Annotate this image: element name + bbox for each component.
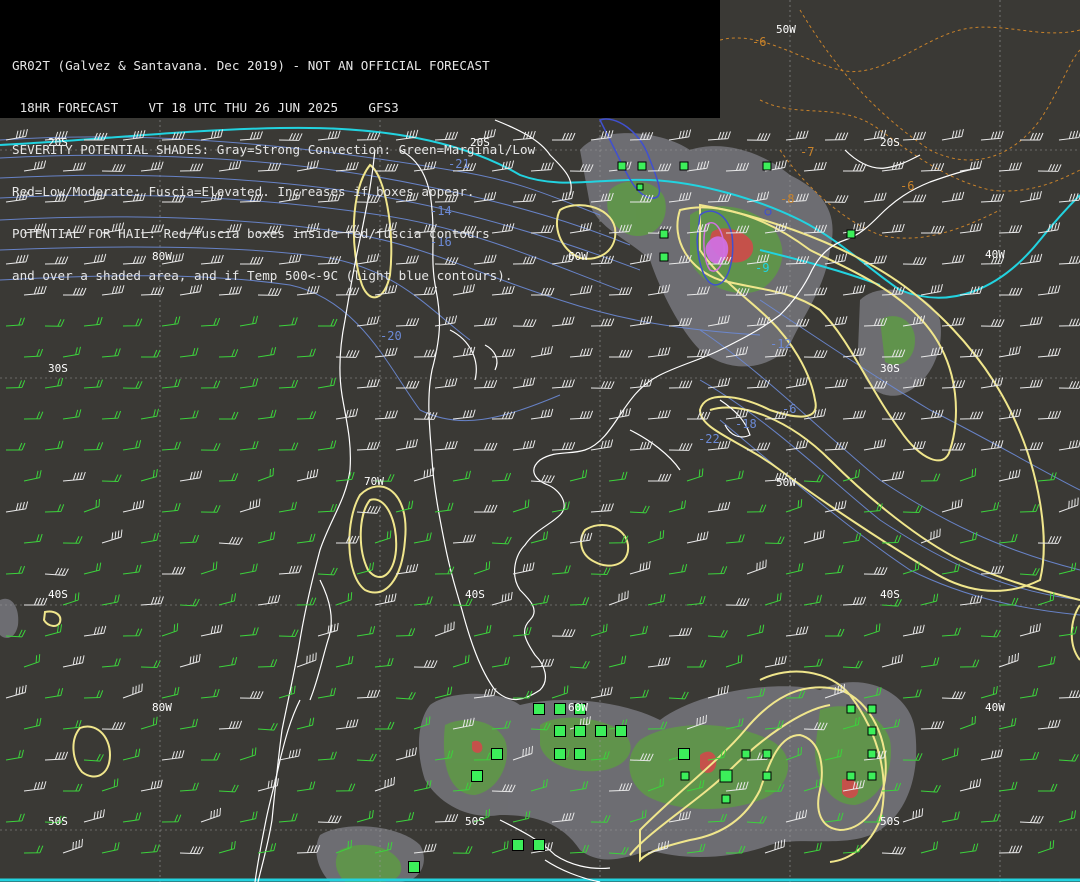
convection-box — [678, 748, 690, 760]
label-lat-40s-left: 40S — [48, 588, 68, 601]
temp-label-m6-a: -6 — [752, 35, 766, 49]
temp-label-m6-b: -6 — [900, 179, 914, 193]
convection-box — [846, 771, 856, 781]
convection-box — [867, 704, 877, 714]
label-lon-50w-top: 50W — [776, 23, 796, 36]
convection-box — [533, 839, 545, 851]
label-lat-20s-right: 20S — [880, 136, 900, 149]
label-lat-40s-mid: 40S — [465, 588, 485, 601]
header-line-2: 18HR FORECAST VT 18 UTC THU 26 JUN 2025 … — [12, 100, 399, 115]
convection-box — [762, 771, 772, 781]
header-line-5: POTENTIAL FOR HAIL: Red/fuscia boxes ins… — [12, 226, 490, 241]
convection-box — [846, 229, 856, 239]
convection-box — [574, 725, 586, 737]
label-lon-60w-lower: 60W — [568, 701, 588, 714]
convection-box — [615, 725, 627, 737]
convection-box — [554, 725, 566, 737]
label-lat-40s-right: 40S — [880, 588, 900, 601]
convection-box — [846, 704, 856, 714]
convection-box — [471, 770, 483, 782]
label-lat-50s-right: 50S — [880, 815, 900, 828]
convection-box — [741, 749, 751, 759]
temp-label-m6-c: -6 — [782, 402, 796, 416]
label-lon-70w-mid: 70W — [364, 475, 384, 488]
header-line-6: and over a shaded area, and if Temp 500<… — [12, 268, 513, 283]
label-lat-30s-right: 30S — [880, 362, 900, 375]
convection-box — [762, 749, 772, 759]
label-lon-40w-lower: 40W — [985, 701, 1005, 714]
convection-box — [512, 839, 524, 851]
temp-label-m20: -20 — [380, 329, 402, 343]
convection-box — [554, 748, 566, 760]
convection-box — [574, 748, 586, 760]
temp-label-m7: -7 — [800, 145, 814, 159]
temp-label-m9: -9 — [755, 261, 769, 275]
header-line-3: SEVERITY POTENTIAL SHADES: Gray=Strong C… — [12, 142, 536, 157]
convection-box — [408, 861, 420, 873]
convection-box — [867, 771, 877, 781]
label-lon-50w-mid: 50W — [776, 476, 796, 489]
convection-box — [533, 703, 545, 715]
convection-box — [491, 748, 503, 760]
label-lat-50s-mid: 50S — [465, 815, 485, 828]
temp-label-m12: -12 — [770, 337, 792, 351]
label-lat-50s-left: 50S — [48, 815, 68, 828]
label-lon-40w-upper: 40W — [985, 248, 1005, 261]
temp-label-m18: -18 — [735, 417, 757, 431]
label-lon-80w-lower: 80W — [152, 701, 172, 714]
convection-box — [554, 703, 566, 715]
convection-box — [867, 749, 877, 759]
header-line-4: Red=Low/Moderate: Fuscia=Elevated. Incre… — [12, 184, 475, 199]
forecast-header: GR02T (Galvez & Santavana. Dec 2019) - N… — [0, 0, 720, 283]
temp-label-m8: -8 — [780, 192, 794, 206]
convection-box — [719, 769, 733, 783]
convection-box — [762, 161, 772, 171]
label-lat-30s-left: 30S — [48, 362, 68, 375]
convection-box — [595, 725, 607, 737]
convection-box — [867, 726, 877, 736]
convection-box — [721, 794, 731, 804]
header-line-1: GR02T (Galvez & Santavana. Dec 2019) - N… — [12, 58, 490, 73]
convection-box — [680, 771, 690, 781]
temp-label-m22: -22 — [698, 432, 720, 446]
